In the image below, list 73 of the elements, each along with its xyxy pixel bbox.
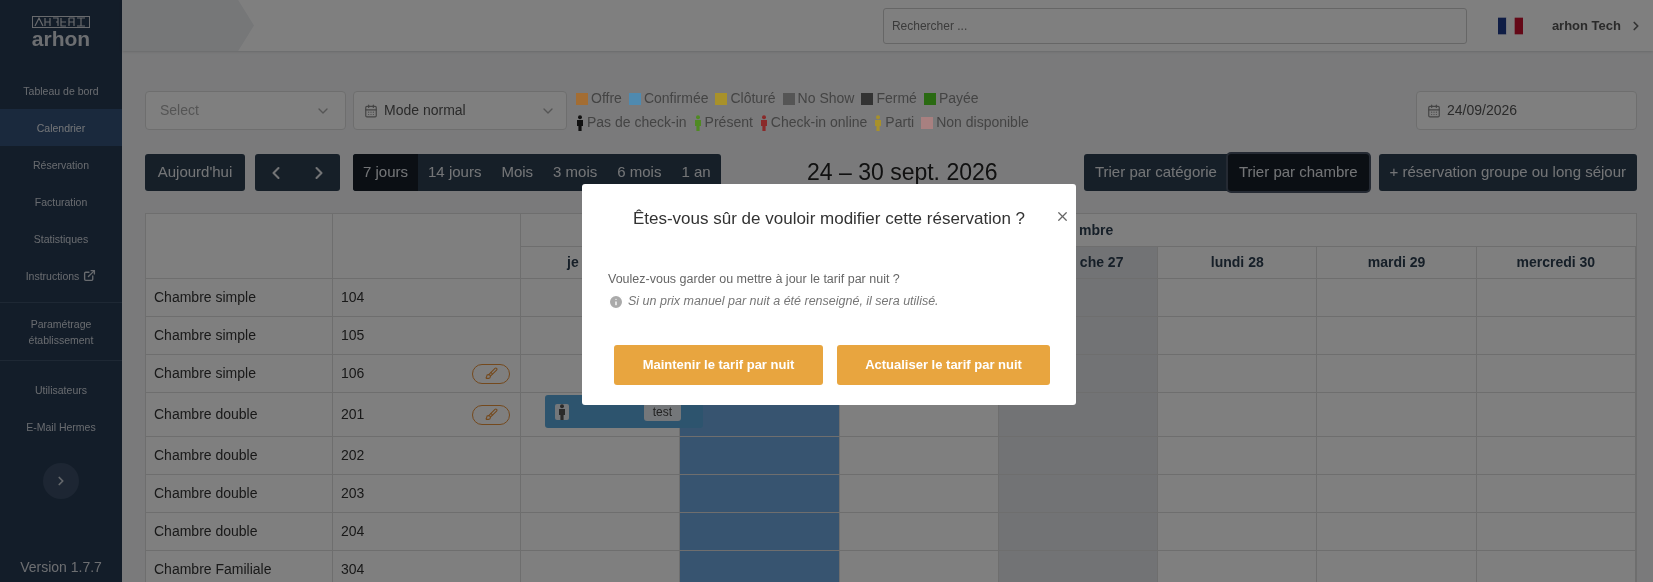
flag-icon bbox=[1497, 16, 1523, 35]
sidebar-item[interactable]: Statistiques bbox=[0, 220, 122, 257]
calendar-icon bbox=[364, 103, 378, 118]
room-number: 201 bbox=[341, 405, 365, 424]
external-link-icon bbox=[83, 269, 97, 282]
sort-tab[interactable]: Trier par catégorie bbox=[1083, 154, 1228, 191]
today-button[interactable]: Aujourd'hui bbox=[145, 154, 245, 191]
day-cell[interactable] bbox=[680, 513, 840, 551]
room-number: 106 bbox=[341, 364, 365, 383]
info-icon bbox=[608, 293, 624, 310]
room-number: 202 bbox=[341, 446, 365, 465]
person-icon bbox=[558, 403, 566, 420]
room-category: Chambre simple bbox=[154, 288, 256, 307]
period-tab[interactable]: 6 mois bbox=[607, 154, 672, 191]
dialog-button[interactable]: Actualiser le tarif par nuit bbox=[837, 345, 1050, 385]
day-cell[interactable] bbox=[839, 475, 999, 513]
day-header: mercredi 30 bbox=[1516, 253, 1596, 272]
room-number: 203 bbox=[341, 484, 365, 503]
room-number: 304 bbox=[341, 560, 365, 579]
room-category: Chambre double bbox=[154, 484, 258, 503]
room-category: Chambre double bbox=[154, 522, 258, 541]
room-category: Chambre double bbox=[154, 446, 258, 465]
day-cell[interactable] bbox=[839, 437, 999, 475]
legend-label: Payée bbox=[938, 89, 979, 108]
day-cell[interactable] bbox=[680, 551, 840, 582]
dialog-question: Voulez-vous garder ou mettre à jour le tarif par nuit ? bbox=[608, 270, 901, 288]
legend-label: Confirmée bbox=[643, 89, 709, 108]
dialog-button[interactable]: Maintenir le tarif par nuit bbox=[614, 345, 824, 385]
day-cell[interactable] bbox=[680, 437, 840, 475]
search-field[interactable]: Rechercher ... bbox=[882, 7, 1467, 44]
day-header: mardi 29 bbox=[1367, 253, 1426, 272]
room-category: Chambre simple bbox=[154, 364, 256, 383]
logo-icon bbox=[32, 16, 90, 28]
date-range-title: 24 – 30 sept. 2026 bbox=[807, 158, 998, 188]
room-category: Chambre double bbox=[154, 405, 258, 424]
date-field[interactable]: 24/09/2026 bbox=[1416, 91, 1637, 130]
sidebar-item[interactable]: Facturation bbox=[0, 183, 122, 220]
user-name[interactable]: arhon Tech bbox=[1551, 15, 1621, 36]
day-cell[interactable] bbox=[680, 475, 840, 513]
calendar-icon bbox=[1427, 103, 1441, 118]
period-tab[interactable]: 3 mois bbox=[543, 154, 608, 191]
period-tab[interactable]: 7 jours bbox=[353, 154, 419, 191]
mode-dropdown[interactable]: Mode normal bbox=[353, 91, 567, 130]
day-header: je bbox=[567, 253, 579, 272]
period-tab[interactable]: Mois bbox=[491, 154, 544, 191]
period-tab[interactable]: 1 an bbox=[671, 154, 721, 191]
legend-label: Parti bbox=[885, 113, 915, 132]
day-header: lundi 28 bbox=[1210, 253, 1264, 272]
room-category: Chambre Familiale bbox=[154, 560, 272, 579]
period-tab[interactable]: 14 jours bbox=[418, 154, 492, 191]
sidebar-item[interactable]: Utilisateurs bbox=[0, 371, 122, 408]
sidebar-item[interactable]: Tableau de bord bbox=[0, 72, 122, 109]
room-number: 104 bbox=[341, 288, 365, 307]
day-header: che 27 bbox=[1079, 253, 1124, 272]
sidebar-item[interactable]: Instructions bbox=[0, 257, 122, 294]
dialog-title: Êtes-vous sûr de vouloir modifier cette réservation ? bbox=[632, 208, 1026, 230]
day-cell[interactable] bbox=[839, 513, 999, 551]
logo-text: arhon bbox=[31, 28, 91, 50]
sidebar-item[interactable]: Réservation bbox=[0, 146, 122, 183]
room-number: 105 bbox=[341, 326, 365, 345]
group-reservation-button[interactable]: + réservation groupe ou long séjour bbox=[1378, 154, 1637, 191]
sidebar-item[interactable]: Paramétrage établissement bbox=[0, 313, 122, 350]
version-label: Version 1.7.7 bbox=[20, 558, 102, 577]
sidebar-item[interactable]: Calendrier bbox=[0, 109, 122, 146]
legend-label: Clôturé bbox=[730, 89, 776, 108]
close-icon[interactable] bbox=[1055, 209, 1070, 224]
room-category: Chambre simple bbox=[154, 326, 256, 345]
dialog-note: Si un prix manuel par nuit a été renseigné, il sera utilisé. bbox=[628, 293, 939, 311]
room-number: 204 bbox=[341, 522, 365, 541]
sidebar-item[interactable]: E-Mail Hermes bbox=[0, 408, 122, 445]
sort-tab[interactable]: Trier par chambre bbox=[1227, 154, 1369, 191]
expand-sidebar-button[interactable] bbox=[43, 463, 79, 499]
month-header: mbre bbox=[1079, 220, 1114, 240]
